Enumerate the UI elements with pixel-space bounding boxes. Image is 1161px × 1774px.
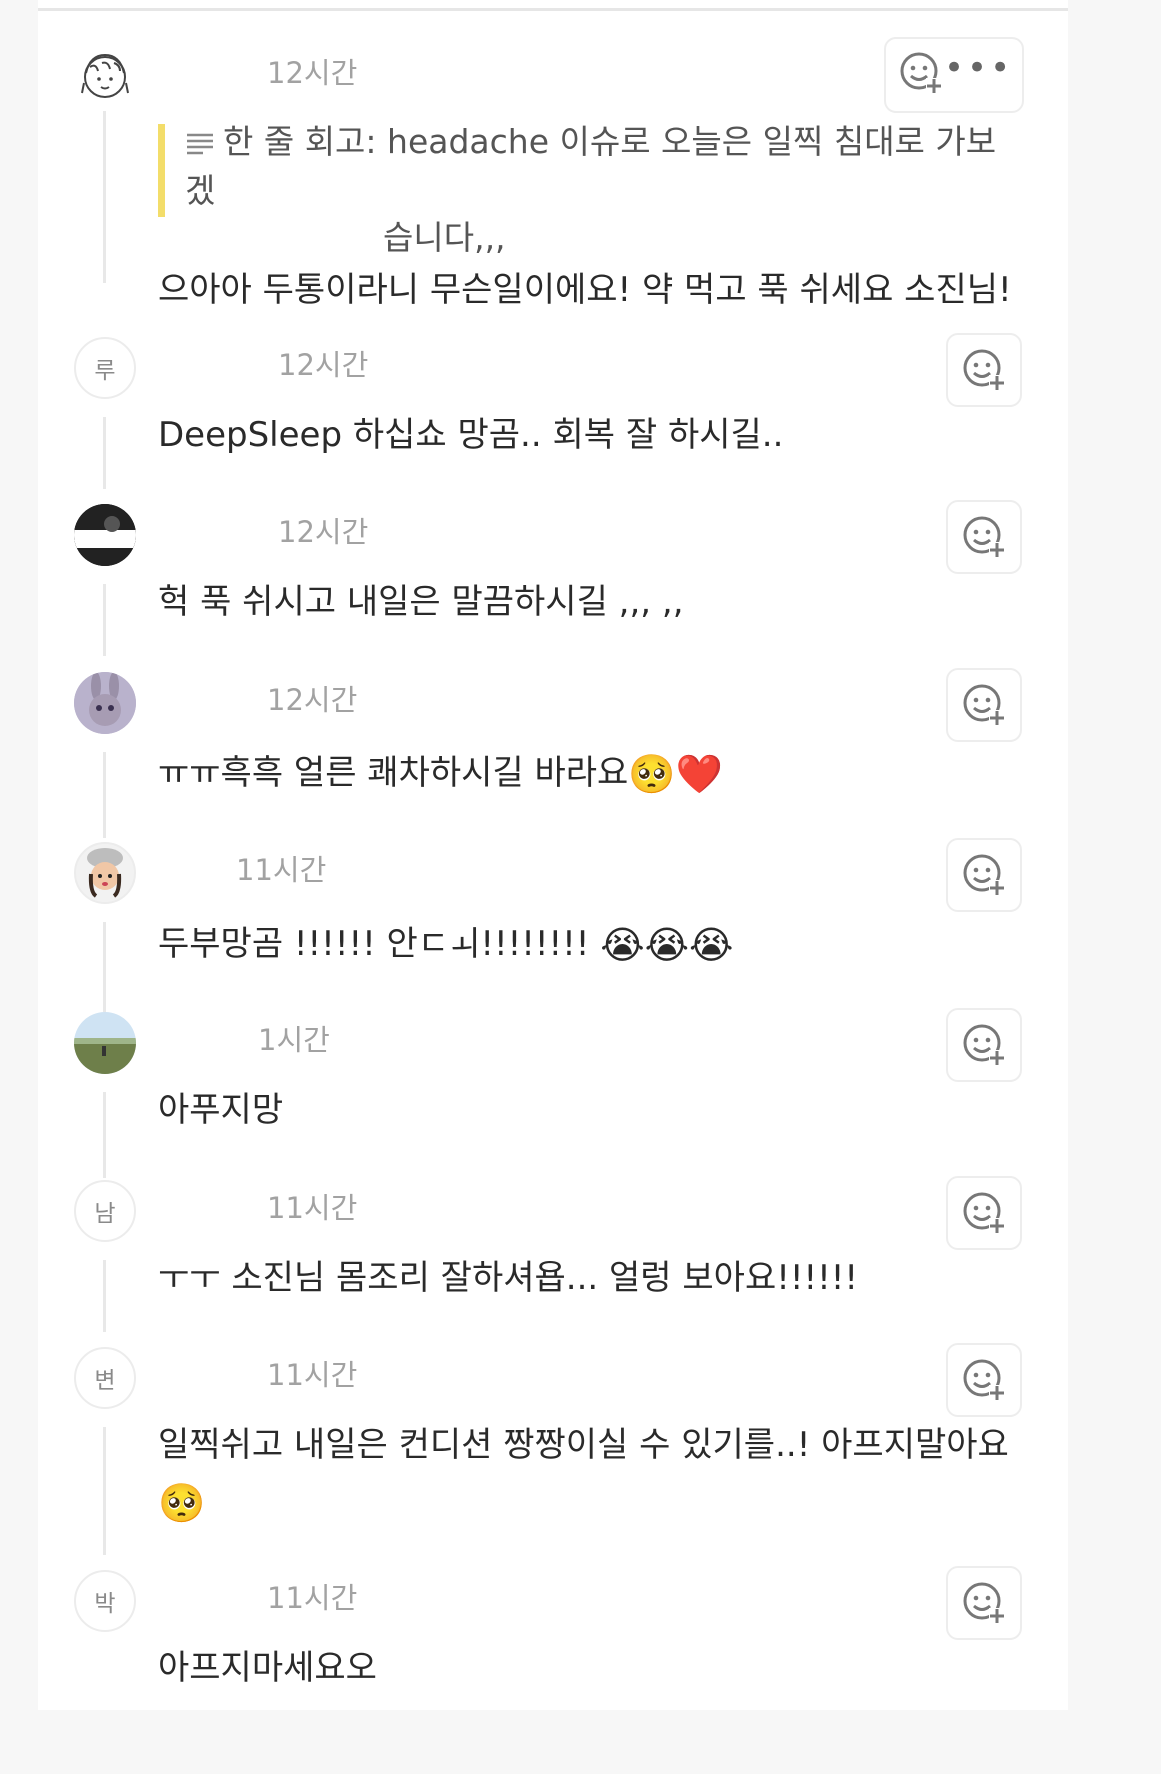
thread-line — [103, 922, 106, 1012]
comment-text: 일찍쉬고 내일은 컨디션 짱짱이실 수 있기를..! 아프지말아요 🥺 — [158, 1417, 1018, 1532]
add-reaction-button[interactable] — [946, 1008, 1022, 1082]
photo-avatar-icon — [74, 504, 136, 566]
quoted-text[interactable]: 한 줄 회고: headache 이슈로 오늘은 일찍 침대로 가보겠 습니다,… — [185, 118, 1025, 261]
list-icon — [185, 120, 215, 167]
add-reaction-icon — [963, 516, 1005, 558]
crying-face-emoji: 😭 — [600, 923, 645, 967]
avatar[interactable] — [74, 842, 136, 904]
add-reaction-button[interactable] — [946, 500, 1022, 574]
add-reaction-button[interactable] — [946, 1566, 1022, 1640]
memoji-avatar-icon — [87, 848, 123, 898]
avatar[interactable] — [74, 45, 136, 107]
more-options-icon[interactable]: ••• — [944, 51, 1013, 85]
add-reaction-button[interactable] — [946, 668, 1022, 742]
add-reaction-button[interactable] — [946, 838, 1022, 912]
cartoon-face-icon — [81, 53, 129, 98]
avatar[interactable]: 변 — [74, 1347, 136, 1409]
pleading-face-emoji: 🥺 — [628, 752, 676, 796]
timestamp: 12시간 — [267, 683, 358, 717]
add-reaction-icon — [963, 684, 1005, 726]
timestamp: 11시간 — [267, 1581, 358, 1615]
comment-text: ㅠㅠ흑흑 얼른 쾌차하시길 바라요🥺❤️ — [158, 745, 1018, 803]
top-divider — [38, 8, 1068, 11]
comment-text: 아프지마세요오 — [158, 1648, 377, 1688]
add-reaction-icon — [963, 854, 1005, 896]
avatar-initial: 박 — [94, 1591, 116, 1617]
comment-text-content: ㅠㅠ흑흑 얼른 쾌차하시길 바라요 — [158, 753, 629, 793]
thread-line — [103, 417, 106, 489]
add-reaction-icon — [963, 1582, 1005, 1624]
bunny-avatar-icon — [74, 672, 136, 734]
crying-face-emoji: 😭 — [689, 923, 734, 967]
avatar-initial: 루 — [94, 358, 116, 384]
thread-line — [103, 1092, 106, 1178]
landscape-avatar-icon — [74, 1012, 136, 1074]
add-reaction-icon — [963, 1192, 1005, 1234]
timestamp: 1시간 — [258, 1023, 330, 1057]
timestamp: 12시간 — [278, 348, 369, 382]
comment-text: ㅜㅜ 소진님 몸조리 잘하셔욥... 얼렁 보아요!!!!!! — [158, 1258, 858, 1298]
quote-bar — [158, 124, 165, 217]
add-reaction-button[interactable] — [946, 333, 1022, 407]
timestamp: 11시간 — [267, 1358, 358, 1392]
thread-line — [103, 111, 106, 283]
quote-line-2: 습니다,,, — [383, 218, 506, 257]
add-reaction-icon[interactable] — [898, 50, 944, 100]
add-reaction-icon — [963, 1359, 1005, 1401]
comment-text: 헉 푹 쉬시고 내일은 말끔하시길 ,,, ,, — [158, 582, 684, 622]
timestamp: 11시간 — [267, 1191, 358, 1225]
avatar-initial: 변 — [94, 1368, 116, 1394]
thread-line — [103, 584, 106, 656]
crying-face-emoji: 😭 — [644, 923, 690, 967]
comment-text-content: 두부망곰 !!!!!! 안ㄷㅚ!!!!!!!! — [158, 924, 590, 964]
add-reaction-icon — [963, 1024, 1005, 1066]
comment-text: DeepSleep 하십쇼 망곰.. 회복 잘 하시길.. — [158, 415, 784, 455]
comment-text: 아푸지망 — [158, 1090, 284, 1130]
add-reaction-button[interactable] — [946, 1176, 1022, 1250]
timestamp: 12시간 — [278, 515, 369, 549]
red-heart-emoji: ❤️ — [675, 752, 723, 796]
comment-text: 두부망곰 !!!!!! 안ㄷㅚ!!!!!!!! 😭😭😭 — [158, 916, 1018, 974]
avatar-initial: 남 — [94, 1201, 116, 1227]
thread-line — [103, 752, 106, 838]
avatar[interactable]: 박 — [74, 1570, 136, 1632]
timestamp: 12시간 — [267, 56, 358, 90]
pleading-face-emoji: 🥺 — [158, 1481, 206, 1525]
thread-line — [103, 1427, 106, 1555]
thread-line — [103, 1260, 106, 1332]
avatar[interactable]: 남 — [74, 1180, 136, 1242]
add-reaction-icon — [963, 349, 1005, 391]
avatar[interactable] — [74, 504, 136, 566]
avatar[interactable] — [74, 1012, 136, 1074]
avatar[interactable] — [74, 672, 136, 734]
comment-text-content: 일찍쉬고 내일은 컨디션 짱짱이실 수 있기를..! 아프지말아요 — [158, 1425, 1009, 1465]
quote-line-1: 한 줄 회고: headache 이슈로 오늘은 일찍 침대로 가보겠 — [185, 122, 997, 210]
comment-text: 으아아 두통이라니 무슨일이에요! 약 먹고 푹 쉬세요 소진님! — [158, 270, 1012, 310]
avatar[interactable]: 루 — [74, 337, 136, 399]
comment-actions: ••• — [884, 37, 1024, 113]
add-reaction-button[interactable] — [946, 1343, 1022, 1417]
timestamp: 11시간 — [236, 853, 327, 887]
